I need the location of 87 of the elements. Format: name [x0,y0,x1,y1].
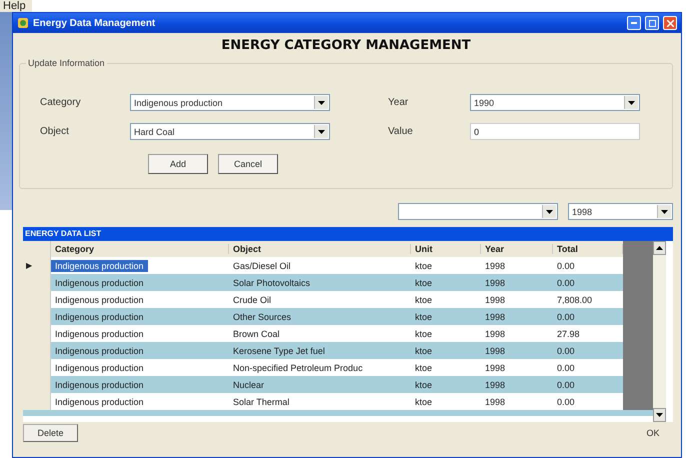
table-cell-text: 1998 [484,312,506,322]
table-cell-text: Indigenous production [54,312,145,322]
table-cell-text: 0.00 [556,278,576,288]
table-cell-text: Solar Thermal [232,396,290,406]
table-cell-text: Indigenous production [54,396,145,406]
minimize-button[interactable] [627,16,641,30]
table-cell-text: ktoe [414,278,434,288]
field-label: Object [40,126,70,137]
table-cell-text: ktoe [414,260,434,270]
column-header[interactable]: Object [229,244,411,254]
table-cell-text: 0.00 [556,260,576,270]
table-cell: Indigenous production [51,260,148,272]
table-cell-text: Indigenous production [54,278,145,288]
table-cell-text: Kerosene Type Jet fuel [232,346,326,356]
table-cell-text: 0.00 [556,396,576,406]
window-title: Energy Data Management [33,18,156,28]
table-cell-text: 1998 [484,362,506,372]
table-cell-text: 0.00 [556,346,576,356]
scroll-down-icon[interactable] [653,408,666,422]
table-cell-text: 0.00 [556,362,576,372]
table-cell-text: Nuclear [232,380,266,390]
menu-item[interactable]: Help [0,0,32,12]
field-label: Year [387,97,410,108]
table-cell-text: ktoe [414,346,434,356]
minimize-icon [631,22,637,24]
table-cell-text: ktoe [414,328,434,338]
table-cell-text: 1998 [484,380,506,390]
footer-button[interactable]: OK [633,424,673,442]
form-button[interactable]: Add [148,154,208,174]
maximize-button[interactable] [645,16,659,30]
table-cell-text: Non-specified Petroleum Produc [232,362,364,372]
row-header[interactable]: ▶ [23,257,51,274]
table-cell-text: Indigenous production [54,328,145,338]
table-row[interactable]: Indigenous production Other Sources ktoe 1998 0.00 [23,308,653,325]
table-row[interactable]: ▶ Indigenous production Gas/Diesel Oil ktoe 1998 0.00 [23,257,653,274]
column-header[interactable]: Unit [411,244,481,254]
grid-title: ENERGY DATA LIST [23,227,673,241]
table-cell-text: Brown Coal [232,328,281,338]
table-cell-text: ktoe [414,312,434,322]
table-row[interactable]: Indigenous production Brown Coal ktoe 1998 27.98 [23,325,653,342]
column-header[interactable]: Year [481,244,553,254]
table-cell-text: 7,808.00 [556,294,594,304]
table-cell-text: ktoe [414,396,434,406]
form-button[interactable]: Cancel [218,154,278,174]
table-cell-text: ktoe [414,294,434,304]
table-cell-text: 1998 [484,346,506,356]
column-header[interactable]: Category [51,244,229,254]
field-label: Value [387,126,414,137]
table-cell-text: Other Sources [232,312,292,322]
table-row[interactable]: Indigenous production Kerosene Type Jet fuel ktoe 1998 0.00 [23,342,653,359]
table-row[interactable]: Indigenous production Solar Photovoltaics ktoe 1998 0.00 [23,274,653,291]
close-button[interactable] [663,16,677,30]
table-row[interactable]: Indigenous production Nuclear ktoe 1998 0.00 [23,376,653,393]
table-cell-text: Indigenous production [54,346,145,356]
table-cell-text: 27.98 [556,328,581,338]
input-field[interactable]: 0 [470,123,640,140]
table-cell-text: 1998 [484,278,506,288]
dropdown-field[interactable]: Indigenous production [130,94,330,111]
table-cell-text: Indigenous production [54,362,145,372]
scrollbar[interactable] [653,241,666,422]
table-cell-text: 1998 [484,260,506,270]
table-cell-text: Indigenous production [54,294,145,304]
table-cell-text: 0.00 [556,312,576,322]
group-title: Update Information [26,58,107,68]
table-row[interactable]: Indigenous production Non-specified Petroleum Produc ktoe 1998 0.00 [23,359,653,376]
maximize-icon [648,20,656,26]
table-cell-text: Solar Photovoltaics [232,278,312,288]
table-cell-text: ktoe [414,380,434,390]
app-icon [17,17,29,29]
table-cell-text: 0.00 [556,380,576,390]
dropdown-field[interactable]: Hard Coal [130,123,330,140]
table-cell-text: Indigenous production [54,380,145,390]
dropdown-field[interactable]: 1990 [470,94,640,111]
scroll-up-icon[interactable] [653,241,666,255]
table-cell-text: 1998 [484,294,506,304]
filter-dropdown[interactable]: 1998 [568,203,673,220]
dialog-heading: ENERGY CATEGORY MANAGEMENT [220,38,472,53]
table-cell-text: 1998 [484,328,506,338]
table-cell-text: Gas/Diesel Oil [232,260,292,270]
footer-button[interactable]: Delete [23,424,78,442]
table-cell-text: Crude Oil [232,294,272,304]
table-row[interactable]: Indigenous production Crude Oil ktoe 1998 7,808.00 [23,291,653,308]
field-label: Category [40,97,82,108]
table-cell-text: ktoe [414,362,434,372]
table-cell-text: 1998 [484,396,506,406]
close-icon [666,20,674,26]
table-row[interactable]: Indigenous production Solar Thermal ktoe 1998 0.00 [23,393,653,410]
